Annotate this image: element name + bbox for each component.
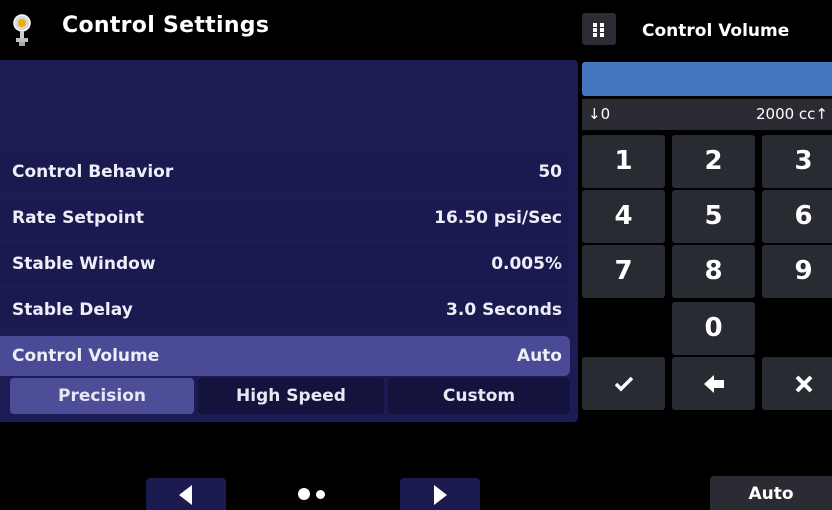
setting-row-stable-delay[interactable]: Stable Delay 3.0 Seconds	[0, 290, 570, 330]
auto-button[interactable]: Auto	[710, 476, 832, 510]
setting-value: 50	[538, 162, 562, 182]
page-dot-active	[298, 488, 310, 500]
setting-label: Rate Setpoint	[12, 208, 144, 228]
settings-header: Control Settings	[0, 0, 578, 60]
page-title: Control Settings	[62, 13, 270, 38]
setting-label: Stable Delay	[12, 300, 133, 320]
keypad-title: Control Volume	[642, 21, 790, 41]
key-8[interactable]: 8	[672, 245, 755, 298]
setting-value: 16.50 psi/Sec	[434, 208, 562, 228]
setting-row-control-behavior[interactable]: Control Behavior 50	[0, 152, 570, 192]
backspace-arrow-icon	[703, 374, 724, 393]
range-max-label: 2000 cc↑	[755, 105, 828, 123]
enter-button[interactable]	[582, 357, 665, 410]
grid-menu-icon[interactable]	[582, 13, 616, 45]
cancel-button[interactable]	[762, 357, 832, 410]
pressure-gauge-icon[interactable]	[8, 12, 36, 48]
key-5[interactable]: 5	[672, 190, 755, 243]
setting-label: Control Behavior	[12, 162, 174, 182]
key-7[interactable]: 7	[582, 245, 665, 298]
triangle-left-icon	[179, 485, 192, 505]
setting-row-control-volume[interactable]: Control Volume Auto	[0, 336, 570, 376]
key-1[interactable]: 1	[582, 135, 665, 188]
checkmark-icon	[614, 376, 633, 391]
key-9[interactable]: 9	[762, 245, 832, 298]
key-6[interactable]: 6	[762, 190, 832, 243]
mode-high-speed-button[interactable]: High Speed	[198, 378, 384, 414]
setting-value: 3.0 Seconds	[446, 300, 562, 320]
setting-label: Stable Window	[12, 254, 156, 274]
setting-row-rate-setpoint[interactable]: Rate Setpoint 16.50 psi/Sec	[0, 198, 570, 238]
page-dot	[316, 490, 325, 499]
mode-precision-button[interactable]: Precision	[10, 378, 194, 414]
key-3[interactable]: 3	[762, 135, 832, 188]
control-volume-bar	[582, 62, 832, 96]
key-4[interactable]: 4	[582, 190, 665, 243]
previous-page-button[interactable]	[146, 478, 226, 510]
next-page-button[interactable]	[400, 478, 480, 510]
keypad-header: Control Volume	[578, 0, 832, 60]
triangle-right-icon	[434, 485, 447, 505]
key-0[interactable]: 0	[672, 302, 755, 355]
key-2[interactable]: 2	[672, 135, 755, 188]
setting-row-stable-window[interactable]: Stable Window 0.005%	[0, 244, 570, 284]
range-min-label: ↓0	[588, 105, 611, 123]
setting-value: Auto	[516, 346, 562, 366]
range-row: ↓0 2000 cc↑	[582, 99, 832, 130]
page-indicator	[296, 488, 336, 502]
mode-custom-button[interactable]: Custom	[388, 378, 570, 414]
setting-label: Control Volume	[12, 346, 160, 366]
backspace-button[interactable]	[672, 357, 755, 410]
setting-value: 0.005%	[491, 254, 562, 274]
close-icon	[795, 375, 812, 392]
